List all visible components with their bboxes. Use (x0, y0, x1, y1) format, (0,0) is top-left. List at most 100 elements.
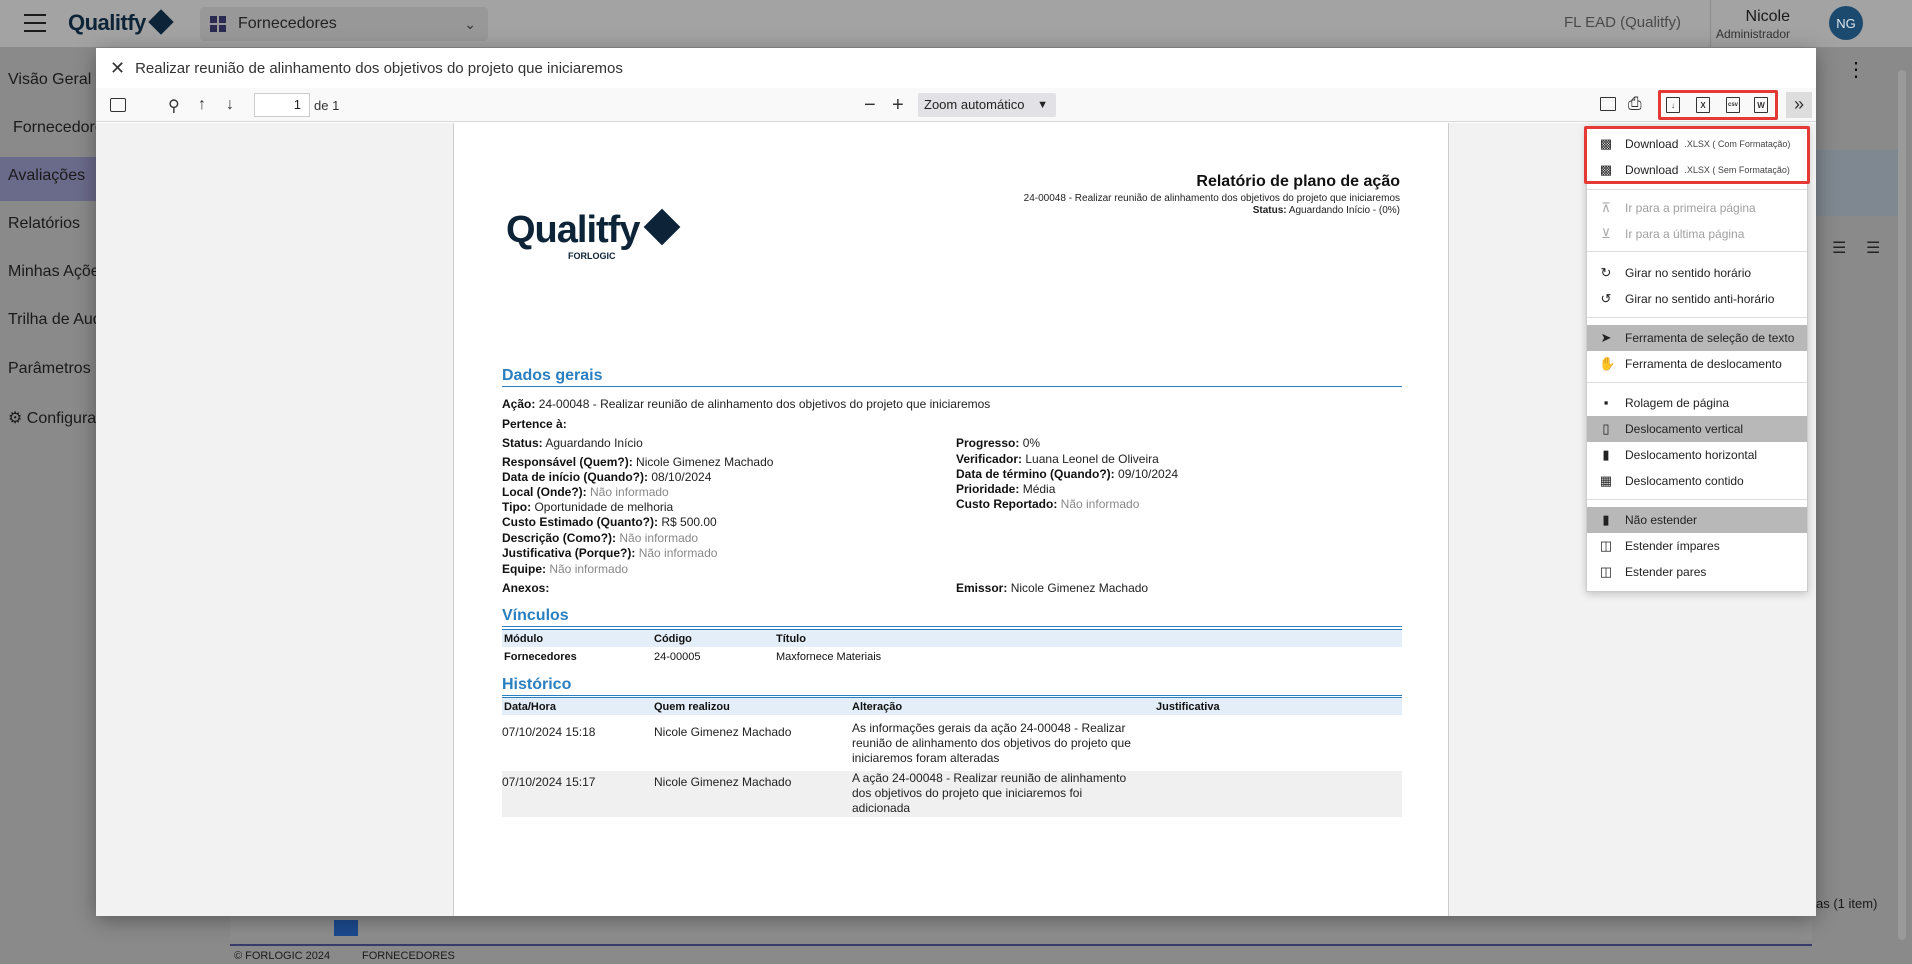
hand-icon: ✋ (1599, 356, 1616, 371)
compact-view-icon[interactable]: ☰ (1866, 238, 1880, 258)
menu-hand-tool[interactable]: ✋ Ferramenta de deslocamento (1587, 351, 1807, 377)
field-label: Prioridade: (956, 482, 1020, 496)
field-value: Luana Leonel de Oliveira (1025, 452, 1159, 466)
search-icon[interactable]: ⚲ (168, 96, 180, 116)
double-chevron-right-icon[interactable]: » (1786, 92, 1812, 118)
field-acao: Ação: 24-00048 - Realizar reunião de ali… (502, 397, 990, 411)
zoom-select[interactable]: Zoom automático ▼ (918, 93, 1056, 117)
menu-item-label: Deslocamento vertical (1625, 422, 1744, 436)
field-status: Status: Aguardando Início (502, 436, 643, 450)
menu-odd-spread[interactable]: ◫ Estender ímpares (1587, 533, 1807, 559)
menu-item-label: Girar no sentido horário (1625, 266, 1752, 280)
menu-item-label: Deslocamento horizontal (1625, 448, 1758, 462)
modal-header: ✕ Realizar reunião de alinhamento dos ob… (96, 48, 1816, 88)
field-data-inicio: Data de início (Quando?): 08/10/2024 (502, 470, 711, 484)
module-selector[interactable]: Fornecedores ⌄ (200, 7, 488, 41)
app-brand: Qualitfy (68, 10, 146, 35)
menu-item-label: Não estender (1625, 513, 1698, 527)
print-icon[interactable]: ⎙ (1628, 94, 1642, 114)
report-title: Relatório de plano de ação (1196, 173, 1400, 190)
items-count: as (1 item) (1816, 896, 1878, 911)
menu-rotate-ccw[interactable]: ↺ Girar no sentido anti-horário (1587, 286, 1807, 312)
page-scrollbar[interactable] (1898, 70, 1906, 940)
menu-even-spread[interactable]: ◫ Estender pares (1587, 559, 1807, 585)
download-word-icon[interactable]: W (1754, 97, 1768, 113)
sidebar-item-visao-geral[interactable]: Visão Geral (8, 71, 91, 89)
field-emissor: Emissor: Nicole Gimenez Machado (956, 581, 1148, 595)
sidebar-item-relatorios[interactable]: Relatórios (8, 215, 80, 233)
secondary-toolbar-menu: ▩ Download .XLSX ( Com Formatação) ▩ Downlo… (1586, 126, 1808, 592)
menu-wrapped-scroll[interactable]: ▦ Deslocamento contido (1587, 468, 1807, 494)
logo-mark-icon (644, 208, 681, 246)
report-status-label: Status: (1252, 205, 1287, 216)
sidebar-item-minhas-acoes[interactable]: Minhas Ações (8, 263, 108, 281)
menu-vertical-scroll[interactable]: ▯ Deslocamento vertical (1587, 416, 1807, 442)
plus-icon[interactable]: + (892, 94, 904, 117)
menu-item-label: Deslocamento contido (1625, 474, 1744, 488)
sidebar-toggle-icon[interactable] (110, 98, 126, 112)
field-value: Oportunidade de melhoria (534, 500, 674, 514)
page-count-label: de 1 (314, 98, 340, 113)
field-value: 0% (1022, 436, 1041, 450)
app-logo[interactable]: Qualitfy (68, 9, 174, 36)
menu-item-label: Ferramenta de deslocamento (1625, 357, 1782, 371)
field-label: Ação: (502, 397, 536, 411)
cursor-icon: ➤ (1600, 330, 1612, 345)
menu-last-page[interactable]: ⊻ Ir para a última página (1587, 221, 1807, 247)
menu-horizontal-scroll[interactable]: ▮ Deslocamento horizontal (1587, 442, 1807, 468)
field-label: Descrição (Como?): (502, 531, 617, 545)
sidebar-item-avaliacoes[interactable]: Avaliações (8, 167, 85, 185)
menu-item-label: Ferramenta de seleção de texto (1625, 331, 1795, 345)
menu-no-spread[interactable]: ▮ Não estender (1587, 507, 1807, 533)
arrow-up-icon[interactable]: ↑ (198, 96, 206, 114)
field-label: Verificador: (956, 452, 1023, 466)
menu-text-select-tool[interactable]: ➤ Ferramenta de seleção de texto (1587, 325, 1807, 351)
close-icon[interactable]: ✕ (110, 58, 125, 79)
column-header: Módulo (504, 633, 544, 645)
rotate-cw-icon: ↻ (1600, 265, 1612, 280)
menu-rotate-cw[interactable]: ↻ Girar no sentido horário (1587, 260, 1807, 286)
field-value: Aguardando Início (545, 436, 643, 450)
download-csv-icon[interactable]: csv (1726, 97, 1740, 113)
field-label: Status: (502, 436, 543, 450)
field-label: Equipe: (502, 562, 546, 576)
download-pdf-icon[interactable]: ↓ (1666, 97, 1680, 113)
field-value: Não informado (638, 546, 718, 560)
field-justificativa: Justificativa (Porque?): Não informado (502, 546, 717, 560)
avatar[interactable]: NG (1829, 6, 1863, 40)
field-custo-reportado: Custo Reportado: Não informado (956, 497, 1139, 511)
field-value: Não informado (590, 485, 669, 499)
menu-divider (1587, 189, 1807, 190)
download-xlsx-icon[interactable]: X (1696, 97, 1710, 113)
pdf-toolbar: ⚲ ↑ ↓ 1 de 1 − + Zoom automático ▼ ⎙ ↓ X … (96, 88, 1816, 122)
table-cell: adicionada (852, 801, 911, 815)
history-table-header: Data/Hora Quem realizou Alteração Justif… (502, 697, 1402, 715)
report-logo: Qualitfy FORLOGIC (506, 208, 681, 261)
sidebar-item-parametros[interactable]: Parâmetros (8, 360, 91, 378)
list-view-icon[interactable]: ☰ (1832, 238, 1846, 258)
column-header: Justificativa (1156, 701, 1220, 713)
pdf-viewer[interactable]: Relatório de plano de ação 24-00048 - Re… (96, 123, 1816, 916)
module-label: Fornecedores (238, 15, 337, 32)
sidebar: Visão Geral Fornecedores Avaliações Rela… (0, 49, 136, 964)
minus-icon[interactable]: − (864, 94, 876, 117)
page-number-input[interactable]: 1 (254, 93, 310, 117)
field-label: Responsável (Quem?): (502, 455, 633, 469)
arrow-down-icon[interactable]: ↓ (226, 96, 234, 114)
menu-first-page[interactable]: ⊼ Ir para a primeira página (1587, 195, 1807, 221)
menu-icon[interactable] (24, 14, 46, 32)
menu-page-scroll[interactable]: ▪ Rolagem de página (1587, 390, 1807, 416)
presentation-icon[interactable] (1600, 97, 1616, 111)
more-vertical-icon[interactable]: ⋮ (1846, 60, 1866, 80)
field-value: 24-00048 - Realizar reunião de alinhamen… (538, 397, 991, 411)
field-value: 09/10/2024 (1118, 467, 1179, 481)
field-pertence: Pertence à: (502, 417, 567, 431)
background-button[interactable] (334, 920, 358, 936)
user-info[interactable]: Nicole Administrador (1716, 8, 1790, 41)
column-header: Alteração (852, 701, 903, 713)
chevron-down-icon: ⌄ (464, 16, 476, 32)
table-row: 07/10/2024 15:17 Nicole Gimenez Machado … (502, 771, 1402, 817)
field-label: Data de término (Quando?): (956, 467, 1115, 481)
vertical-scroll-icon: ▯ (1602, 421, 1610, 436)
horizontal-scroll-icon: ▮ (1602, 447, 1610, 462)
